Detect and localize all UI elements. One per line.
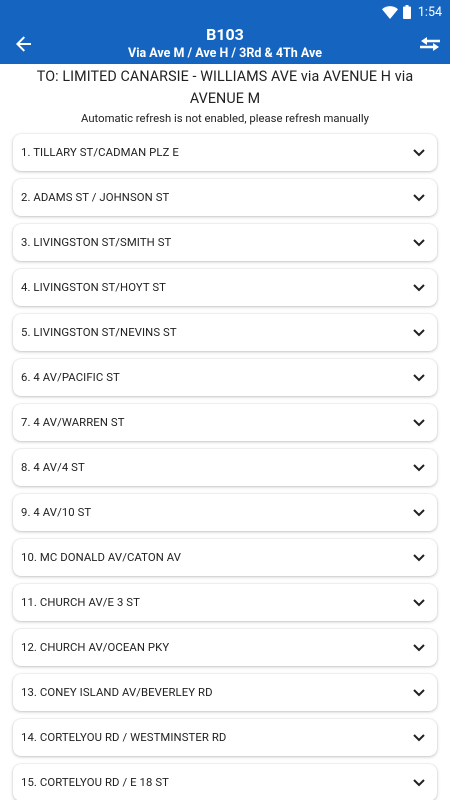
stop-label: 1. TILLARY ST/CADMAN PLZ E xyxy=(21,146,179,159)
route-title: B103 xyxy=(206,24,244,44)
route-subtitle: Via Ave M / Ave H / 3Rd & 4Th Ave xyxy=(128,45,322,61)
chevron-down-icon[interactable] xyxy=(412,236,426,250)
chevron-down-icon[interactable] xyxy=(412,191,426,205)
stop-label: 4. LIVINGSTON ST/HOYT ST xyxy=(21,281,166,294)
chevron-down-icon[interactable] xyxy=(412,281,426,295)
app-bar: B103 Via Ave M / Ave H / 3Rd & 4Th Ave xyxy=(0,24,450,64)
chevron-down-icon[interactable] xyxy=(412,551,426,565)
stop-label: 8. 4 AV/4 ST xyxy=(21,461,85,474)
chevron-down-icon[interactable] xyxy=(412,686,426,700)
chevron-down-icon[interactable] xyxy=(412,641,426,655)
stop-label: 5. LIVINGSTON ST/NEVINS ST xyxy=(21,326,177,339)
chevron-down-icon[interactable] xyxy=(412,371,426,385)
stop-item[interactable]: 2. ADAMS ST / JOHNSON ST xyxy=(13,179,437,216)
stop-item[interactable]: 12. CHURCH AV/OCEAN PKY xyxy=(13,629,437,666)
stop-item[interactable]: 14. CORTELYOU RD / WESTMINSTER RD xyxy=(13,719,437,756)
stop-label: 14. CORTELYOU RD / WESTMINSTER RD xyxy=(21,731,227,744)
chevron-down-icon[interactable] xyxy=(412,731,426,745)
stop-item[interactable]: 13. CONEY ISLAND AV/BEVERLEY RD xyxy=(13,674,437,711)
stop-label: 2. ADAMS ST / JOHNSON ST xyxy=(21,191,170,204)
stop-label: 3. LIVINGSTON ST/SMITH ST xyxy=(21,236,172,249)
chevron-down-icon[interactable] xyxy=(412,776,426,790)
battery-icon xyxy=(402,5,411,19)
wifi-icon xyxy=(381,5,398,19)
chevron-down-icon[interactable] xyxy=(412,326,426,340)
back-button[interactable] xyxy=(12,32,36,56)
stop-item[interactable]: 11. CHURCH AV/E 3 ST xyxy=(13,584,437,621)
stop-item[interactable]: 6. 4 AV/PACIFIC ST xyxy=(13,359,437,396)
refresh-notice: Automatic refresh is not enabled, please… xyxy=(81,112,369,125)
destination-heading: TO: LIMITED CANARSIE - WILLIAMS AVE via … xyxy=(36,69,414,107)
stop-item[interactable]: 7. 4 AV/WARREN ST xyxy=(13,404,437,441)
stop-item[interactable]: 8. 4 AV/4 ST xyxy=(13,449,437,486)
status-time: 1:54 xyxy=(417,4,442,20)
stop-item[interactable]: 1. TILLARY ST/CADMAN PLZ E xyxy=(13,134,437,171)
chevron-down-icon[interactable] xyxy=(412,506,426,520)
status-bar: 1:54 xyxy=(0,0,450,24)
stop-label: 9. 4 AV/10 ST xyxy=(21,506,92,519)
stop-label: 10. MC DONALD AV/CATON AV xyxy=(21,551,182,564)
stop-item[interactable]: 5. LIVINGSTON ST/NEVINS ST xyxy=(13,314,437,351)
header-titles: B103 Via Ave M / Ave H / 3Rd & 4Th Ave xyxy=(128,24,322,61)
stop-list: 1. TILLARY ST/CADMAN PLZ E 2. ADAMS ST / … xyxy=(0,126,450,800)
stop-item[interactable]: 3. LIVINGSTON ST/SMITH ST xyxy=(13,224,437,261)
stop-label: 6. 4 AV/PACIFIC ST xyxy=(21,371,120,384)
arrow-back-icon xyxy=(16,36,31,52)
chevron-down-icon[interactable] xyxy=(412,416,426,430)
stop-label: 12. CHURCH AV/OCEAN PKY xyxy=(21,641,170,654)
swap-direction-button[interactable] xyxy=(418,32,442,56)
stop-item[interactable]: 4. LIVINGSTON ST/HOYT ST xyxy=(13,269,437,306)
stop-label: 15. CORTELYOU RD / E 18 ST xyxy=(21,776,169,789)
stop-item[interactable]: 10. MC DONALD AV/CATON AV xyxy=(13,539,437,576)
chevron-down-icon[interactable] xyxy=(412,596,426,610)
stop-item[interactable]: 9. 4 AV/10 ST xyxy=(13,494,437,531)
stop-item[interactable]: 15. CORTELYOU RD / E 18 ST xyxy=(13,764,437,800)
chevron-down-icon[interactable] xyxy=(412,146,426,160)
stop-label: 7. 4 AV/WARREN ST xyxy=(21,416,125,429)
stop-label: 11. CHURCH AV/E 3 ST xyxy=(21,596,140,609)
chevron-down-icon[interactable] xyxy=(412,461,426,475)
stop-label: 13. CONEY ISLAND AV/BEVERLEY RD xyxy=(21,686,213,699)
swap-direction-icon xyxy=(420,37,440,51)
